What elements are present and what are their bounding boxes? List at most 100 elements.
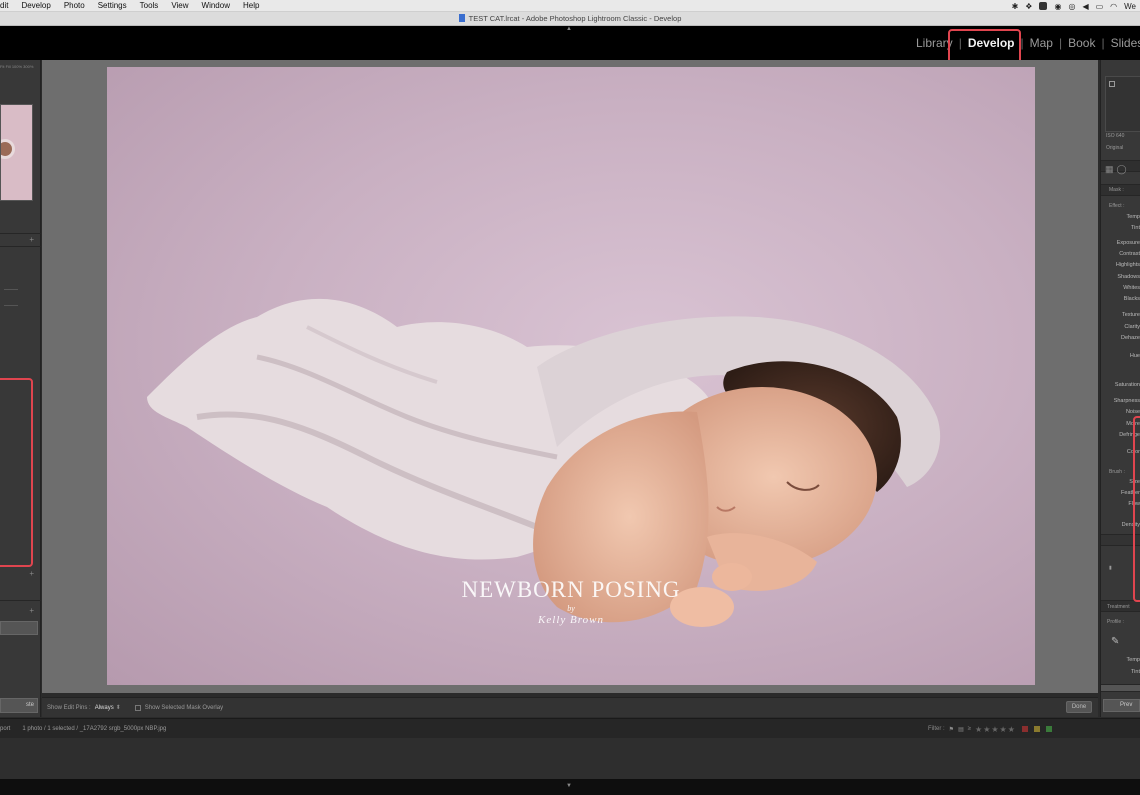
slider-wb-temp[interactable]: Temp bbox=[1127, 657, 1140, 663]
lightroom-window: dit Develop Photo Settings Tools View Wi… bbox=[0, 0, 1140, 795]
image-canvas[interactable]: NEWBORN POSING by Kelly Brown bbox=[42, 60, 1098, 693]
slider-texture[interactable]: Texture bbox=[1122, 312, 1140, 318]
rating-filter-stars[interactable]: ★★★★★ bbox=[975, 725, 1016, 734]
slider-blacks[interactable]: Blacks bbox=[1124, 296, 1140, 302]
menu-settings[interactable]: Settings bbox=[98, 1, 127, 10]
list-separator bbox=[4, 289, 18, 290]
module-map[interactable]: Map bbox=[1026, 36, 1057, 50]
slider-sharpness[interactable]: Sharpness bbox=[1114, 398, 1140, 404]
edit-pins-dropdown[interactable]: Always bbox=[95, 705, 114, 711]
document-icon bbox=[458, 14, 465, 22]
color-label-red[interactable] bbox=[1021, 726, 1028, 732]
right-panel: ISO 640 Original ▦◯ Mask : Effect : Temp… bbox=[1100, 60, 1140, 717]
window-title: TEST CAT.lrcat - Adobe Photoshop Lightro… bbox=[468, 14, 682, 23]
collapse-filmstrip-icon[interactable]: ▼ bbox=[566, 783, 572, 789]
filmstrip[interactable] bbox=[0, 738, 1140, 779]
watermark-title: NEWBORN POSING bbox=[461, 577, 681, 602]
dropbox-icon[interactable]: ❖ bbox=[1025, 2, 1032, 11]
module-separator: | bbox=[1058, 36, 1063, 50]
eyedropper-icon[interactable]: ✎ bbox=[1111, 636, 1119, 647]
panel-divider bbox=[0, 233, 41, 234]
brush-label: Brush : bbox=[1109, 469, 1125, 475]
filmstrip-bar: port 1 photo / 1 selected / _17A2792 srg… bbox=[0, 718, 1140, 738]
slider-shadows[interactable]: Shadows bbox=[1117, 274, 1140, 280]
filter-controls: Filter : ⚑ ▤ ≥ ★★★★★ bbox=[928, 719, 1052, 739]
history-field[interactable] bbox=[0, 621, 38, 635]
menu-window[interactable]: Window bbox=[202, 1, 230, 10]
menu-photo[interactable]: Photo bbox=[64, 1, 85, 10]
menu-extra-label[interactable]: We bbox=[1124, 2, 1136, 11]
iso-readout: ISO 640 bbox=[1106, 133, 1125, 139]
flag-filter-icon[interactable]: ⚑ bbox=[949, 726, 954, 733]
control-icon[interactable]: ◎ bbox=[1068, 2, 1075, 11]
watermark-by: by bbox=[567, 604, 575, 613]
slider-exposure[interactable]: Exposure bbox=[1117, 240, 1140, 246]
menu-develop[interactable]: Develop bbox=[21, 1, 50, 10]
screen-mirror-icon[interactable] bbox=[1039, 2, 1048, 10]
slider-whites[interactable]: Whites bbox=[1123, 285, 1140, 291]
rating-operator-icon[interactable]: ≥ bbox=[968, 726, 971, 732]
module-separator: | bbox=[1101, 36, 1105, 50]
develop-highlight-box bbox=[948, 29, 1021, 64]
zoom-100[interactable]: 100% bbox=[12, 64, 22, 69]
mask-overlay-checkbox[interactable] bbox=[134, 704, 141, 711]
previous-button[interactable]: Prev bbox=[1103, 699, 1140, 712]
slider-clarity[interactable]: Clarity bbox=[1124, 324, 1140, 330]
slider-contrast[interactable]: Contrast bbox=[1119, 251, 1140, 257]
edit-filter-icon[interactable]: ▤ bbox=[958, 726, 964, 733]
slider-noise[interactable]: Noise bbox=[1126, 409, 1140, 415]
clipping-indicator-icon[interactable] bbox=[1109, 81, 1115, 87]
zoom-fill[interactable]: Fill bbox=[6, 64, 11, 69]
module-slideshow[interactable]: Slidesho bbox=[1107, 36, 1140, 50]
left-panel-highlight-box bbox=[0, 378, 33, 567]
treatment-label: Treatment bbox=[1107, 604, 1130, 610]
pin-icon[interactable]: ▮ bbox=[1109, 565, 1112, 571]
window-title-bar: TEST CAT.lrcat - Adobe Photoshop Lightro… bbox=[0, 12, 1140, 26]
menu-help[interactable]: Help bbox=[243, 1, 259, 10]
chevron-down-icon[interactable]: ⬍ bbox=[116, 704, 121, 711]
profile-label: Profile : bbox=[1107, 619, 1124, 625]
done-button[interactable]: Done bbox=[1066, 701, 1092, 713]
password-icon[interactable]: ◉ bbox=[1054, 2, 1061, 11]
original-photo-label[interactable]: Original bbox=[1106, 145, 1123, 151]
filter-label: Filter : bbox=[928, 726, 945, 732]
mask-overlay-label: Show Selected Mask Overlay bbox=[144, 704, 224, 711]
airplay-icon[interactable]: ▭ bbox=[1096, 2, 1104, 11]
thumbnail-subject bbox=[1, 139, 15, 159]
navigator-thumbnail[interactable] bbox=[0, 104, 33, 201]
panel-scroll-track[interactable] bbox=[1101, 684, 1140, 692]
menu-edit[interactable]: dit bbox=[0, 1, 8, 10]
mask-label: Mask : bbox=[1109, 187, 1124, 193]
module-book[interactable]: Book bbox=[1064, 36, 1099, 50]
bluetooth-icon[interactable]: ✱ bbox=[1012, 2, 1019, 11]
menu-view[interactable]: View bbox=[171, 1, 188, 10]
source-label[interactable]: port bbox=[0, 726, 10, 732]
file-info[interactable]: 1 photo / 1 selected / _17A2792 srgb_500… bbox=[22, 726, 166, 732]
slider-wb-tint[interactable]: Tint bbox=[1131, 669, 1140, 675]
right-panel-highlight-box bbox=[1133, 416, 1140, 602]
slider-saturation[interactable]: Saturation bbox=[1115, 382, 1140, 388]
panel-divider bbox=[0, 246, 41, 247]
slider-dehaze[interactable]: Dehaze bbox=[1121, 335, 1140, 341]
add-snapshot-icon[interactable]: + bbox=[29, 569, 34, 578]
paste-button[interactable]: ste bbox=[0, 698, 38, 713]
add-preset-icon[interactable]: + bbox=[29, 235, 34, 244]
color-label-green[interactable] bbox=[1045, 726, 1052, 732]
histogram[interactable] bbox=[1105, 76, 1140, 132]
slider-hue[interactable]: Hue bbox=[1130, 353, 1140, 359]
slider-highlights[interactable]: Highlights bbox=[1116, 262, 1140, 268]
menu-extras: ✱ ❖ ◉ ◎ ◀ ▭ ◠ We bbox=[1012, 0, 1136, 12]
zoom-fit[interactable]: Fit bbox=[0, 64, 4, 69]
slider-temp[interactable]: Temp bbox=[1127, 214, 1140, 220]
volume-icon[interactable]: ◀ bbox=[1082, 2, 1088, 11]
panel-divider bbox=[0, 600, 41, 601]
color-label-yellow[interactable] bbox=[1033, 726, 1040, 732]
slider-tint[interactable]: Tint bbox=[1131, 225, 1140, 231]
tool-icons[interactable]: ▦◯ bbox=[1105, 164, 1130, 175]
collapse-top-panel-icon[interactable]: ▲ bbox=[566, 26, 572, 32]
main-photo[interactable]: NEWBORN POSING by Kelly Brown bbox=[107, 67, 1035, 685]
zoom-300[interactable]: 300% bbox=[23, 64, 33, 69]
wifi-icon[interactable]: ◠ bbox=[1110, 2, 1117, 11]
menu-tools[interactable]: Tools bbox=[140, 1, 159, 10]
add-collection-icon[interactable]: + bbox=[29, 606, 34, 615]
